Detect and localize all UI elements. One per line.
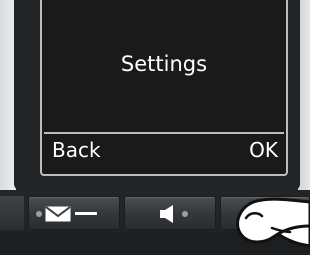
soft-key-ok-label[interactable]: OK bbox=[249, 138, 278, 162]
pointing-finger-icon bbox=[222, 192, 310, 255]
message-key[interactable] bbox=[28, 196, 120, 230]
display-screen: Settings Back OK bbox=[40, 0, 288, 176]
phone-body: Settings Back OK bbox=[0, 0, 310, 255]
dot-icon bbox=[35, 210, 43, 218]
dash-icon bbox=[75, 212, 97, 216]
envelope-icon bbox=[45, 206, 71, 222]
screen-title: Settings bbox=[120, 52, 208, 76]
speaker-key[interactable] bbox=[124, 196, 216, 230]
speaker-icon bbox=[159, 205, 175, 223]
dot-icon bbox=[181, 210, 189, 218]
soft-key-bar: Back OK bbox=[44, 132, 284, 168]
soft-key-back-label[interactable]: Back bbox=[52, 138, 101, 162]
